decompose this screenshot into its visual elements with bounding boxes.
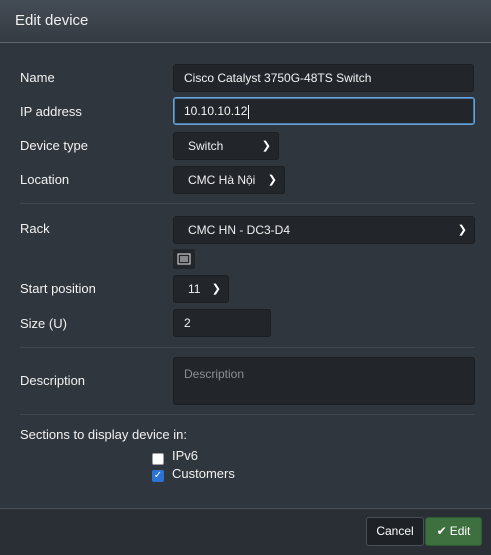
start-position-select[interactable]: 11 ❯: [173, 275, 229, 303]
rack-list-button[interactable]: [173, 249, 195, 269]
ipv6-label: IPv6: [172, 448, 199, 463]
location-select[interactable]: CMC Hà Nội ❯: [173, 166, 285, 194]
dialog-body: Name Cisco Catalyst 3750G-48TS Switch IP…: [0, 43, 491, 508]
cancel-button[interactable]: Cancel: [366, 517, 424, 546]
ipv6-checkbox[interactable]: [152, 453, 164, 465]
size-label: Size (U): [20, 316, 67, 331]
check-icon: ✔: [436, 524, 447, 538]
device-type-label: Device type: [20, 138, 88, 153]
divider: [20, 414, 474, 415]
device-type-select[interactable]: Switch ❯: [173, 132, 279, 160]
edit-button-label: Edit: [449, 524, 471, 538]
dialog-title: Edit device: [15, 12, 89, 29]
ip-address-label: IP address: [20, 104, 82, 119]
location-value: CMC Hà Nội: [188, 173, 256, 187]
dialog-header: Edit device: [0, 0, 491, 43]
chevron-down-icon: ❯: [261, 140, 271, 152]
description-placeholder: Description: [184, 367, 245, 381]
description-textarea[interactable]: Description: [173, 357, 475, 405]
text-cursor: [248, 104, 250, 119]
start-position-label: Start position: [20, 281, 96, 296]
size-input[interactable]: 2: [173, 309, 271, 337]
customers-checkbox[interactable]: ✓: [152, 470, 164, 482]
rack-label: Rack: [20, 221, 50, 236]
name-label: Name: [20, 70, 55, 85]
divider: [20, 203, 474, 204]
description-label: Description: [20, 373, 86, 388]
rack-list-icon: [177, 253, 191, 265]
customers-label: Customers: [172, 466, 235, 481]
ip-address-input[interactable]: 10.10.10.12: [173, 97, 475, 125]
start-position-value: 11: [188, 282, 201, 296]
dialog-footer: Cancel ✔ Edit: [0, 508, 491, 555]
chevron-down-icon: ❯: [457, 224, 467, 236]
rack-value: CMC HN - DC3-D4: [188, 223, 290, 237]
edit-button[interactable]: ✔ Edit: [425, 517, 482, 546]
rack-select[interactable]: CMC HN - DC3-D4 ❯: [173, 216, 475, 244]
divider: [20, 347, 474, 348]
chevron-down-icon: ❯: [211, 283, 221, 295]
chevron-down-icon: ❯: [267, 174, 277, 186]
name-input[interactable]: Cisco Catalyst 3750G-48TS Switch: [173, 64, 474, 92]
sections-label: Sections to display device in:: [20, 427, 187, 442]
ip-address-value: 10.10.10.12: [184, 104, 248, 118]
location-label: Location: [20, 172, 70, 187]
check-icon: ✓: [153, 470, 163, 481]
device-type-value: Switch: [188, 139, 224, 153]
